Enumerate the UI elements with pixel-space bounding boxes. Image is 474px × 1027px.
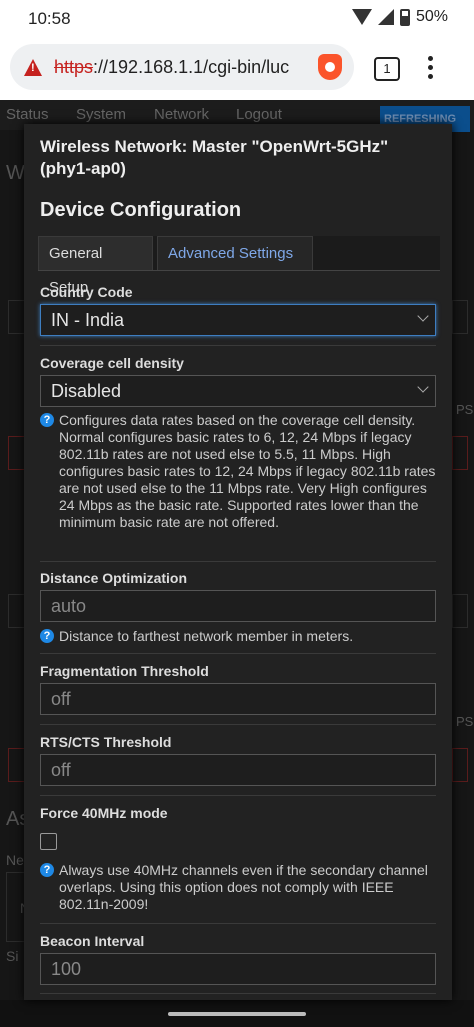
status-icons: 50% [351,8,448,26]
bg-field [452,300,468,334]
tab-advanced-settings[interactable]: Advanced Settings [157,236,313,270]
force-40mhz-label: Force 40MHz mode [40,805,168,821]
nav-network: Network [154,106,210,123]
signal-icon [377,9,394,25]
force-40mhz-checkbox[interactable] [40,833,57,850]
rts-cts-input[interactable]: off [40,754,436,786]
divider [40,993,436,994]
chevron-down-icon [417,381,429,393]
wireless-config-modal: Wireless Network: Master "OpenWrt-5GHz" … [24,124,452,1000]
nav-logout: Logout [236,106,282,123]
browser-toolbar: ! https://192.168.1.1/cgi-bin/luc 1 [0,36,474,100]
battery-level: 50% [415,8,448,25]
divider [40,724,436,725]
distance-hint: ? Distance to farthest network member in… [40,628,436,645]
wifi-icon [351,9,372,25]
beacon-field: Beacon Interval 100 [40,933,436,985]
tab-general-setup[interactable]: General Setup [38,236,153,296]
divider [40,561,436,562]
gesture-nav-handle[interactable] [168,1012,306,1016]
coverage-density-label: Coverage cell density [40,355,184,371]
rts-cts-label: RTS/CTS Threshold [40,734,172,750]
coverage-density-select[interactable]: Disabled [40,375,436,407]
divider [40,653,436,654]
beacon-input[interactable]: 100 [40,953,436,985]
force-40mhz-hint-text: Always use 40MHz channels even if the se… [59,862,428,912]
force-40mhz-hint: ? Always use 40MHz channels even if the … [40,862,436,913]
help-icon: ? [40,863,54,877]
bg-field [6,872,26,942]
distance-hint-text: Distance to farthest network member in m… [59,628,354,644]
help-icon: ? [40,413,54,427]
coverage-density-hint-text: Configures data rates based on the cover… [59,412,436,530]
bg-fragment: W [6,162,25,184]
bg-fragment: PS [456,714,474,729]
country-code-field: Country Code IN - India [40,284,436,336]
force-40mhz-field: Force 40MHz mode ? Always use 40MHz chan… [40,805,436,912]
address-bar[interactable]: ! https://192.168.1.1/cgi-bin/luc [10,44,354,90]
bg-field [452,436,468,470]
section-title: Device Configuration [40,199,242,221]
browser-menu-icon[interactable] [428,56,436,83]
nav-system: System [76,106,127,123]
brave-shields-icon[interactable] [318,54,342,80]
coverage-density-hint: ? Configures data rates based on the cov… [40,412,436,531]
distance-input[interactable]: auto [40,590,436,622]
nav-status: Status [6,106,49,123]
battery-icon [399,8,410,26]
country-code-select[interactable]: IN - India [40,304,436,336]
divider [40,923,436,924]
bg-fragment: PS [456,402,474,417]
not-secure-warning-icon[interactable]: ! [24,58,42,76]
coverage-density-value: Disabled [51,381,122,401]
modal-title: Wireless Network: Master "OpenWrt-5GHz" … [40,137,389,178]
bg-field [452,594,468,628]
help-icon: ? [40,629,54,643]
bg-fragment: Si [6,948,19,964]
bg-fragment: Ne [6,852,24,868]
country-code-value: IN - India [51,310,125,330]
clock: 10:58 [28,9,71,28]
tab-switcher-button[interactable]: 1 [374,57,400,81]
fragmentation-input[interactable]: off [40,683,436,715]
country-code-label: Country Code [40,284,133,300]
chevron-down-icon [417,310,429,322]
fragmentation-label: Fragmentation Threshold [40,663,209,679]
coverage-density-field: Coverage cell density Disabled ? Configu… [40,355,436,530]
rts-cts-field: RTS/CTS Threshold off [40,734,436,786]
url-text[interactable]: https://192.168.1.1/cgi-bin/luc [54,57,304,78]
android-status-bar: 10:58 50% [0,0,474,36]
fragmentation-field: Fragmentation Threshold off [40,663,436,715]
divider [40,345,436,346]
distance-field: Distance Optimization auto ? Distance to… [40,570,436,644]
beacon-label: Beacon Interval [40,933,145,949]
bg-field [452,748,468,782]
distance-label: Distance Optimization [40,570,188,586]
divider [40,795,436,796]
config-tabs: General Setup Advanced Settings [38,236,440,296]
